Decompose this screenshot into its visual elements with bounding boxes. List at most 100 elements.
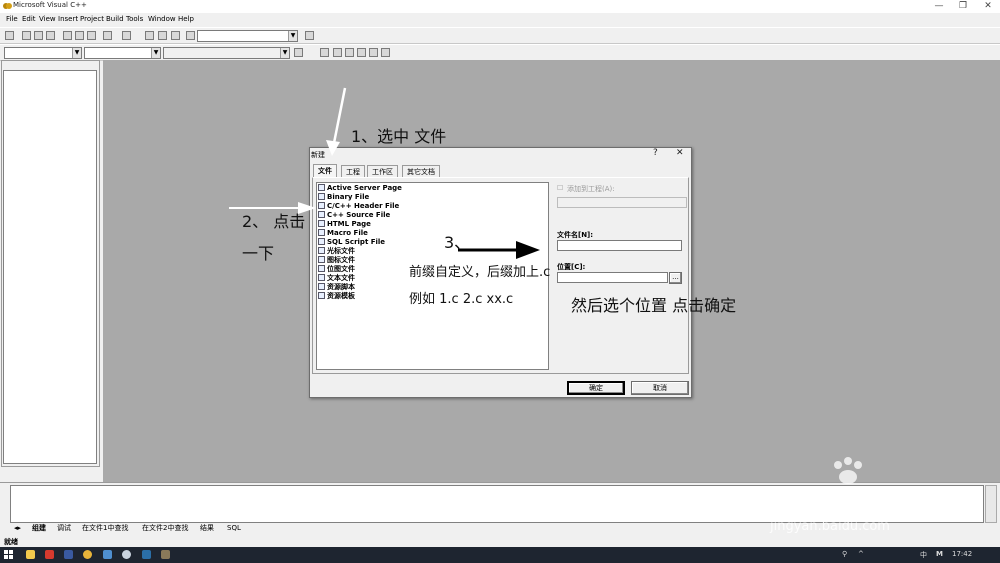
- tab-results[interactable]: 结果: [200, 523, 214, 533]
- menu-view[interactable]: View: [39, 15, 56, 23]
- app-blue-icon[interactable]: [64, 550, 73, 559]
- tab-find1[interactable]: 在文件1中查找: [82, 523, 128, 533]
- workspace-icon[interactable]: [145, 31, 154, 40]
- menu-project[interactable]: Project: [80, 15, 104, 23]
- list-item[interactable]: 文本文件: [318, 274, 355, 283]
- watermark-url: jingyan.baidu.com: [770, 519, 890, 534]
- project-combo[interactable]: [557, 197, 687, 208]
- menu-build[interactable]: Build: [106, 15, 124, 23]
- minimize-button[interactable]: —: [930, 0, 948, 12]
- annotation-step2-a: 2、 点击: [242, 212, 306, 231]
- restore-button[interactable]: ❐: [954, 0, 972, 12]
- compile-icon[interactable]: [320, 48, 329, 57]
- paste-icon[interactable]: [87, 31, 96, 40]
- annotation-arrows: [229, 87, 540, 259]
- save-all-icon[interactable]: [46, 31, 55, 40]
- filename-input[interactable]: [557, 240, 682, 251]
- annotation-note-prefix: 前缀自定义，后缀加上.c: [409, 265, 551, 280]
- tray-chevron-up-icon[interactable]: ^: [858, 550, 864, 558]
- chevron-down-icon: ▼: [72, 48, 81, 58]
- ok-button[interactable]: 确定: [567, 381, 625, 395]
- menu-window[interactable]: Window: [148, 15, 176, 23]
- status-text: 就绪: [4, 538, 18, 546]
- annotation-step3: 3、: [444, 233, 471, 252]
- resource-script-icon: [318, 283, 325, 290]
- output-scrollbar[interactable]: [985, 485, 997, 523]
- tab-find2[interactable]: 在文件2中查找: [142, 523, 188, 533]
- list-item[interactable]: 位图文件: [318, 265, 355, 274]
- tab-build[interactable]: 组建: [32, 523, 46, 533]
- breakpoint-icon[interactable]: [381, 48, 390, 57]
- filter-combo[interactable]: ▼: [84, 47, 161, 59]
- output-icon[interactable]: [158, 31, 167, 40]
- ime-indicator[interactable]: 中: [920, 550, 927, 560]
- menu-tools[interactable]: Tools: [126, 15, 143, 23]
- tray-m-icon[interactable]: M: [936, 550, 943, 558]
- app-round-icon[interactable]: [122, 550, 131, 559]
- copy-icon[interactable]: [75, 31, 84, 40]
- terminal-icon[interactable]: [142, 550, 151, 559]
- bitmap-file-icon: [318, 265, 325, 272]
- menu-help[interactable]: Help: [178, 15, 194, 23]
- chevron-down-icon: ▼: [288, 31, 297, 41]
- find-combo[interactable]: ▼: [197, 30, 298, 42]
- title-bar: [0, 0, 1000, 13]
- annotation-step1: 1、选中 文件: [351, 127, 447, 146]
- stop-build-icon[interactable]: [345, 48, 354, 57]
- build-icon[interactable]: [333, 48, 342, 57]
- chevron-down-icon: ▼: [151, 48, 160, 58]
- browse-button[interactable]: ...: [669, 272, 682, 284]
- filename-label: 文件名[N]:: [557, 231, 594, 239]
- app-red-icon[interactable]: [45, 550, 54, 559]
- windows-list-icon[interactable]: [171, 31, 180, 40]
- menu-file[interactable]: File: [6, 15, 18, 23]
- chrome-icon[interactable]: [83, 550, 92, 559]
- menu-edit[interactable]: Edit: [22, 15, 36, 23]
- windows-start-icon[interactable]: [4, 550, 13, 559]
- app-title: Microsoft Visual C++: [13, 1, 87, 9]
- visual-cpp-icon: [3, 3, 12, 9]
- close-icon[interactable]: ✕: [676, 148, 684, 158]
- tab-sql[interactable]: SQL: [227, 523, 241, 533]
- cancel-button[interactable]: 取消: [631, 381, 689, 395]
- annotation-note-location: 然后选个位置 点击确定: [571, 296, 737, 315]
- text-file-icon: [318, 274, 325, 281]
- chevron-down-icon: ▼: [280, 48, 289, 58]
- resource-template-icon: [318, 292, 325, 299]
- close-button[interactable]: ✕: [979, 0, 997, 12]
- workspace-tree[interactable]: [3, 70, 97, 464]
- list-item[interactable]: 资源模板: [318, 292, 355, 301]
- location-label: 位置[C]:: [557, 263, 586, 271]
- go-icon[interactable]: [369, 48, 378, 57]
- visual-cpp-task-icon[interactable]: [161, 550, 170, 559]
- menu-insert[interactable]: Insert: [58, 15, 78, 23]
- watermark-brand: Bai 经验: [768, 488, 884, 521]
- new-file-icon[interactable]: [5, 31, 14, 40]
- location-input[interactable]: [557, 272, 668, 283]
- save-icon[interactable]: [34, 31, 43, 40]
- tab-debug[interactable]: 调试: [57, 523, 71, 533]
- wizard-action-icon[interactable]: [294, 48, 303, 57]
- tab-nav-left-icon[interactable]: ◂▸: [14, 523, 21, 533]
- members-combo[interactable]: ▼: [163, 47, 290, 59]
- cut-icon[interactable]: [63, 31, 72, 40]
- redo-icon[interactable]: [122, 31, 131, 40]
- search-icon[interactable]: [305, 31, 314, 40]
- undo-icon[interactable]: [103, 31, 112, 40]
- standard-toolbar: ▼: [0, 27, 1000, 44]
- help-icon[interactable]: ?: [653, 148, 658, 158]
- class-combo[interactable]: ▼: [4, 47, 82, 59]
- execute-icon[interactable]: [357, 48, 366, 57]
- add-to-project-label: 添加到工程(A):: [567, 185, 615, 193]
- app-shield-icon[interactable]: [103, 550, 112, 559]
- find-in-files-icon[interactable]: [186, 31, 195, 40]
- menu-bar: File Edit View Insert Project Build Tool…: [0, 13, 1000, 26]
- annotation-step2-b: 一下: [242, 244, 275, 263]
- tray-people-icon[interactable]: ⚲: [842, 550, 847, 558]
- clock[interactable]: 17:42: [952, 550, 972, 558]
- file-explorer-icon[interactable]: [26, 550, 35, 559]
- add-to-project-checkbox[interactable]: ☐: [557, 184, 563, 192]
- baidu-watermark: Bai 经验 jingyan.baidu.com: [768, 455, 948, 545]
- open-icon[interactable]: [22, 31, 31, 40]
- list-item[interactable]: 资源脚本: [318, 283, 355, 292]
